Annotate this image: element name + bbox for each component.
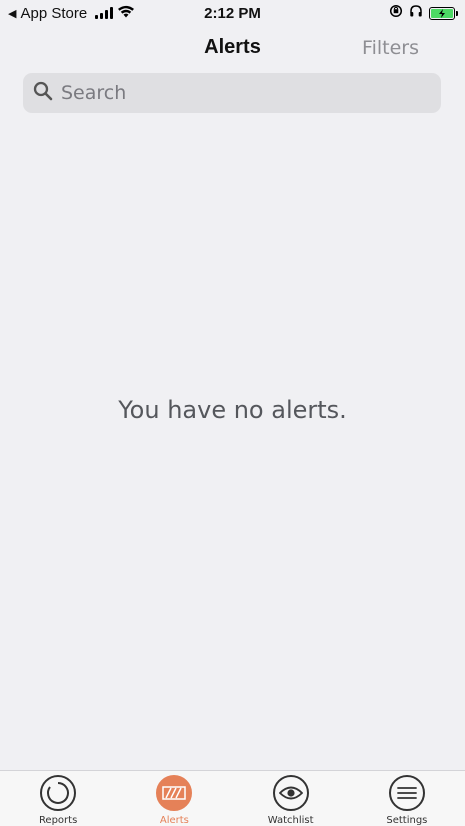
search-bar[interactable]: [23, 73, 441, 113]
tab-bar: Reports Alerts Watchlist Settings: [0, 770, 465, 826]
wifi-icon: [117, 5, 135, 22]
reports-icon: [40, 775, 77, 811]
navigation-bar: Alerts Filters: [0, 30, 465, 66]
tab-watchlist[interactable]: Watchlist: [233, 771, 349, 826]
signal-strength-icon: [95, 7, 114, 19]
tab-label: Watchlist: [267, 815, 314, 826]
search-icon: [33, 81, 53, 106]
battery-fill: [431, 8, 453, 18]
tab-alerts[interactable]: Alerts: [116, 771, 232, 826]
status-right: [389, 4, 458, 22]
tab-reports[interactable]: Reports: [0, 771, 116, 826]
status-bar: ◀ App Store 2:12 PM: [0, 0, 465, 26]
tab-label: Reports: [38, 815, 78, 826]
back-to-app-arrow-icon[interactable]: ◀: [8, 7, 16, 20]
orientation-lock-icon: [389, 4, 403, 22]
tab-settings[interactable]: Settings: [349, 771, 465, 826]
tab-label: Alerts: [159, 815, 189, 826]
tab-label: Settings: [386, 815, 428, 826]
eye-icon: [272, 775, 309, 811]
back-to-app-label[interactable]: App Store: [20, 5, 87, 22]
search-input[interactable]: [61, 82, 421, 104]
filters-button[interactable]: Filters: [362, 37, 419, 59]
status-left: ◀ App Store: [8, 5, 135, 22]
menu-icon: [388, 775, 425, 811]
status-time: 2:12 PM: [204, 4, 261, 22]
battery-icon: [429, 6, 458, 20]
headphones-icon: [409, 4, 423, 22]
empty-state-message: You have no alerts.: [118, 396, 347, 424]
alerts-icon: [156, 775, 193, 811]
